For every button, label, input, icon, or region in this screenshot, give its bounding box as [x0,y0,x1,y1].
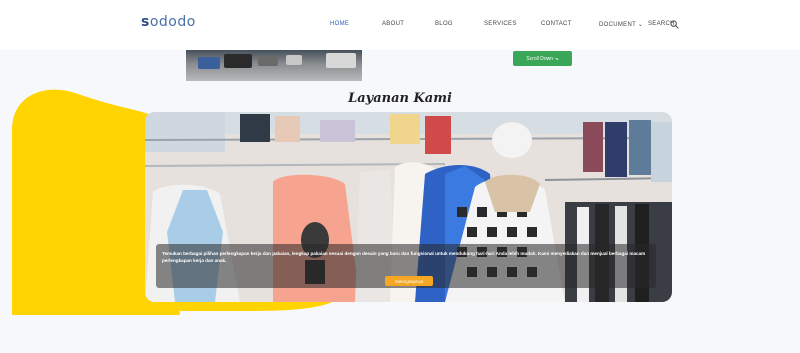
nav-contact[interactable]: CONTACT [541,21,572,27]
nav-services[interactable]: SERVICES [484,21,517,27]
nav-about[interactable]: ABOUT [382,21,404,27]
logo-text: ododo [149,14,196,30]
nav-document-dropdown[interactable]: DOCUMENT ⌄ [599,21,643,28]
nav-home[interactable]: HOME [330,21,349,27]
brand-logo[interactable]: sododo [141,14,196,30]
street-parking-image [186,50,362,81]
hero-caption-text: Temukan berbagai pilihan perlengkapan ke… [162,251,646,263]
scroll-down-button[interactable]: Scroll Down ⬎ [513,51,572,66]
logo-mark: s [141,14,150,30]
hero-caption-box: Temukan berbagai pilihan perlengkapan ke… [156,244,656,288]
navbar: sododo HOME ABOUT BLOG SERVICES CONTACT … [0,0,800,50]
section-title: Layanan Kami [348,91,452,106]
search-icon[interactable] [670,20,679,29]
read-more-button[interactable]: Selengkapnya [385,276,433,286]
nav-blog[interactable]: BLOG [435,21,453,27]
